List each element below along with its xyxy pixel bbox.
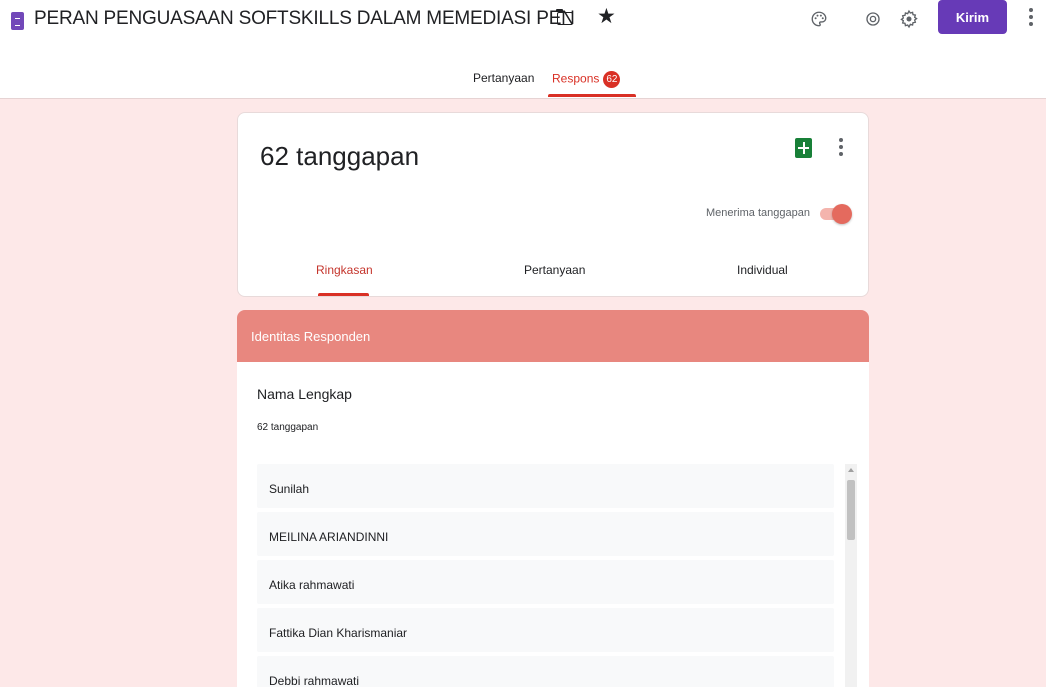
- answer-row: Fattika Dian Kharismaniar: [257, 608, 834, 652]
- send-button[interactable]: Kirim: [938, 0, 1007, 34]
- section-title: Identitas Responden: [251, 329, 371, 344]
- toggle-knob: [832, 204, 852, 224]
- responses-more-icon[interactable]: [839, 138, 845, 158]
- accepting-responses-toggle[interactable]: [818, 204, 852, 224]
- tab-question[interactable]: Pertanyaan: [524, 263, 585, 277]
- tab-questions[interactable]: Pertanyaan: [473, 71, 534, 85]
- folder-icon[interactable]: [556, 9, 573, 25]
- answer-row: Atika rahmawati: [257, 560, 834, 604]
- scroll-thumb[interactable]: [847, 480, 855, 540]
- question-title: Nama Lengkap: [257, 386, 352, 402]
- tab-individual[interactable]: Individual: [737, 263, 788, 277]
- scroll-up-arrow-icon[interactable]: [848, 468, 854, 472]
- star-icon[interactable]: ★: [597, 6, 616, 27]
- answer-row: Debbi rahmawati: [257, 656, 834, 687]
- answer-row: MEILINA ARIANDINNI: [257, 512, 834, 556]
- answer-list-scrollbar[interactable]: [845, 464, 857, 687]
- section-header: Identitas Responden: [237, 310, 869, 362]
- responses-count-badge: 62: [603, 71, 621, 88]
- tab-summary[interactable]: Ringkasan: [316, 263, 373, 277]
- preview-eye-icon[interactable]: [862, 8, 884, 30]
- accepting-responses-label: Menerima tanggapan: [706, 207, 810, 219]
- responses-summary-card: 62 tanggapan Menerima tanggapan Ringkasa…: [237, 112, 869, 297]
- question-response-count: 62 tanggapan: [257, 422, 319, 433]
- palette-icon[interactable]: [808, 8, 830, 30]
- top-app-bar: PERAN PENGUASAAN SOFTSKILLS DALAM MEMEDI…: [0, 0, 1046, 99]
- active-tab-indicator: [548, 94, 636, 97]
- response-count-heading: 62 tanggapan: [260, 141, 420, 171]
- more-vert-icon[interactable]: [1028, 8, 1034, 30]
- question-card: Nama Lengkap 62 tanggapan Sunilah MEILIN…: [237, 362, 869, 687]
- sheets-icon[interactable]: [795, 138, 812, 158]
- tab-responses[interactable]: Respons 62: [552, 71, 621, 88]
- settings-gear-icon[interactable]: [898, 8, 920, 30]
- answer-row: Sunilah: [257, 464, 834, 508]
- tab-responses-label: Respons: [552, 71, 600, 86]
- form-title[interactable]: PERAN PENGUASAAN SOFTSKILLS DALAM MEMEDI…: [34, 8, 575, 30]
- answer-list[interactable]: Sunilah MEILINA ARIANDINNI Atika rahmawa…: [257, 464, 834, 687]
- summary-tab-indicator: [318, 293, 369, 296]
- form-doc-icon[interactable]: [11, 12, 24, 30]
